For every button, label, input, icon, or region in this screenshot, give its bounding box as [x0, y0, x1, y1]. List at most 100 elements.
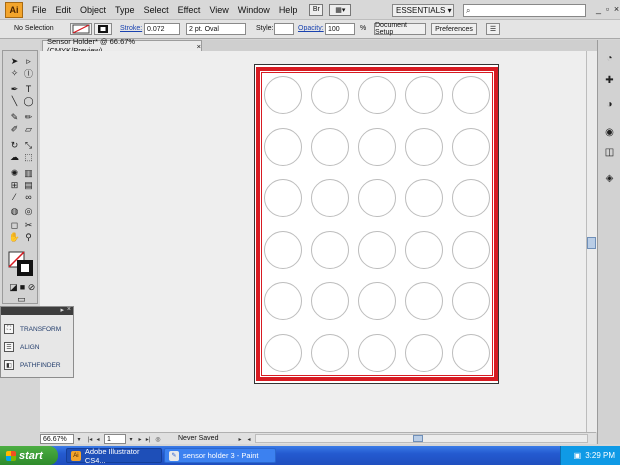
graphic-style-dropdown[interactable]	[274, 23, 294, 35]
free-transform-icon[interactable]: ⬚	[22, 151, 35, 163]
graph-icon[interactable]: ▥	[22, 167, 35, 179]
menu-effect[interactable]: Effect	[178, 5, 201, 15]
warp-icon[interactable]: ☁	[8, 151, 21, 163]
control-panel-menu-icon[interactable]: ☰	[486, 23, 500, 35]
menu-window[interactable]: Window	[238, 5, 270, 15]
last-artboard-icon[interactable]: ▸|	[144, 435, 152, 443]
blend-icon[interactable]: ∞	[22, 191, 35, 203]
sensor-circle[interactable]	[264, 282, 302, 320]
network-icon[interactable]: ▣	[574, 451, 582, 460]
sensor-circle[interactable]	[405, 76, 443, 114]
zoom-icon[interactable]: ⚲	[22, 231, 35, 243]
restore-button[interactable]: ▫	[603, 4, 612, 14]
sensor-circle[interactable]	[452, 282, 490, 320]
panel-pathfinder[interactable]: ◧ PATHFINDER	[4, 357, 61, 373]
navigator-icon[interactable]: ◎	[154, 435, 162, 443]
close-tab-icon[interactable]: ×	[197, 42, 201, 51]
artboard-number-field[interactable]: 1	[104, 434, 126, 444]
sensor-circle[interactable]	[311, 230, 349, 269]
eraser-icon[interactable]: ▱	[22, 123, 35, 135]
sensor-circle[interactable]	[358, 230, 396, 269]
sensor-circle[interactable]	[311, 127, 349, 166]
sensor-circle[interactable]	[311, 179, 349, 217]
stroke-label[interactable]: Stroke:	[120, 25, 142, 32]
document-tab[interactable]: Sensor Holder* @ 66.67% (CMYK/Preview) ×	[42, 37, 202, 55]
sensor-circle[interactable]	[452, 179, 490, 217]
sensor-circle[interactable]	[452, 76, 490, 114]
taskbar-item-paint[interactable]: ✎ sensor holder 3 - Paint	[164, 448, 276, 463]
bridge-icon[interactable]: Br	[309, 3, 324, 16]
zoom-field[interactable]: 66.67%	[40, 434, 74, 444]
live-paint-icon[interactable]: ◍	[8, 205, 21, 217]
line-icon[interactable]: ╲	[8, 95, 21, 107]
menu-file[interactable]: File	[32, 5, 47, 15]
lasso-icon[interactable]: ⓛ	[22, 67, 35, 79]
paintbrush-icon[interactable]: ✎	[8, 111, 21, 123]
sensor-circle[interactable]	[405, 179, 443, 217]
status-left-scroll-icon[interactable]: ◂	[245, 435, 253, 443]
opacity-label[interactable]: Opacity:	[298, 25, 324, 32]
mesh-icon[interactable]: ⊞	[8, 179, 21, 191]
sensor-circle[interactable]	[311, 282, 349, 320]
collapse-panel-icon[interactable]: ▸	[60, 306, 64, 314]
ellipse-icon[interactable]: ◯	[22, 95, 35, 107]
rotate-icon[interactable]: ↻	[8, 139, 21, 151]
pencil-icon[interactable]: ✏	[22, 111, 35, 123]
scale-icon[interactable]: ⤡	[22, 139, 35, 151]
brush-definition-dropdown[interactable]: 2 pt. Oval	[186, 23, 246, 35]
artboard-icon[interactable]: ◻	[8, 219, 21, 231]
sensor-circle[interactable]	[264, 230, 302, 269]
magic-wand-icon[interactable]: ✧	[8, 67, 21, 79]
sensor-circle[interactable]	[264, 333, 302, 372]
sensor-circle[interactable]	[264, 127, 302, 166]
fill-swatch[interactable]	[70, 23, 92, 35]
artboard-dropdown-icon[interactable]: ▾	[127, 435, 135, 443]
panel-header[interactable]: ▸ ×	[1, 306, 73, 315]
sensor-circle[interactable]	[358, 127, 396, 166]
type-icon[interactable]: T	[22, 83, 35, 95]
panel-transform[interactable]: ⛶ TRANSFORM	[4, 321, 61, 337]
menu-select[interactable]: Select	[144, 5, 169, 15]
preferences-button[interactable]: Preferences	[431, 23, 477, 35]
none-icon[interactable]: ⊘	[25, 281, 38, 293]
sensor-circle[interactable]	[311, 333, 349, 372]
sensor-circle[interactable]	[358, 282, 396, 320]
screen-mode-icon[interactable]: ▭	[14, 293, 29, 305]
close-button[interactable]: ×	[612, 4, 620, 14]
sensor-circle[interactable]	[452, 333, 490, 372]
sensor-circle[interactable]	[405, 333, 443, 372]
menu-edit[interactable]: Edit	[56, 5, 72, 15]
graphic-styles-panel-icon[interactable]: ◫	[602, 146, 617, 159]
next-artboard-icon[interactable]: ▸	[136, 435, 144, 443]
hand-icon[interactable]: ✋	[8, 231, 21, 243]
sensor-circle[interactable]	[358, 333, 396, 372]
sensor-circle[interactable]	[264, 76, 302, 114]
symbol-sprayer-icon[interactable]: ✺	[8, 167, 21, 179]
symbols-panel-icon[interactable]: ◑	[602, 98, 617, 111]
sensor-circle[interactable]	[405, 127, 443, 166]
menu-object[interactable]: Object	[80, 5, 106, 15]
slice-icon[interactable]: ✂	[22, 219, 35, 231]
direct-selection-icon[interactable]: ▹	[22, 55, 35, 67]
sensor-circle[interactable]	[405, 282, 443, 320]
menu-help[interactable]: Help	[279, 5, 298, 15]
gradient-icon[interactable]: ▤	[22, 179, 35, 191]
minimize-button[interactable]: _	[594, 4, 603, 14]
blob-brush-icon[interactable]: ✐	[8, 123, 21, 135]
document-setup-button[interactable]: Document Setup	[374, 22, 426, 36]
taskbar-item-illustrator[interactable]: Ai Adobe Illustrator CS4...	[66, 447, 162, 465]
selection-icon[interactable]: ➤	[8, 55, 21, 67]
layers-panel-icon[interactable]: ◈	[602, 172, 617, 185]
sensor-circle[interactable]	[358, 179, 396, 217]
sensor-circle[interactable]	[311, 76, 349, 114]
appearance-panel-icon[interactable]: ◉	[602, 126, 617, 139]
start-button[interactable]: start	[0, 446, 58, 465]
eyedropper-icon[interactable]: ⁄	[8, 191, 21, 203]
menu-type[interactable]: Type	[115, 5, 135, 15]
sensor-circle[interactable]	[405, 230, 443, 269]
opacity-field[interactable]: 100	[325, 23, 355, 35]
workspace-switcher[interactable]: ESSENTIALS ▾	[392, 4, 454, 17]
pen-icon[interactable]: ✒	[8, 83, 21, 95]
menu-view[interactable]: View	[209, 5, 228, 15]
previous-artboard-icon[interactable]: ◂	[94, 435, 102, 443]
